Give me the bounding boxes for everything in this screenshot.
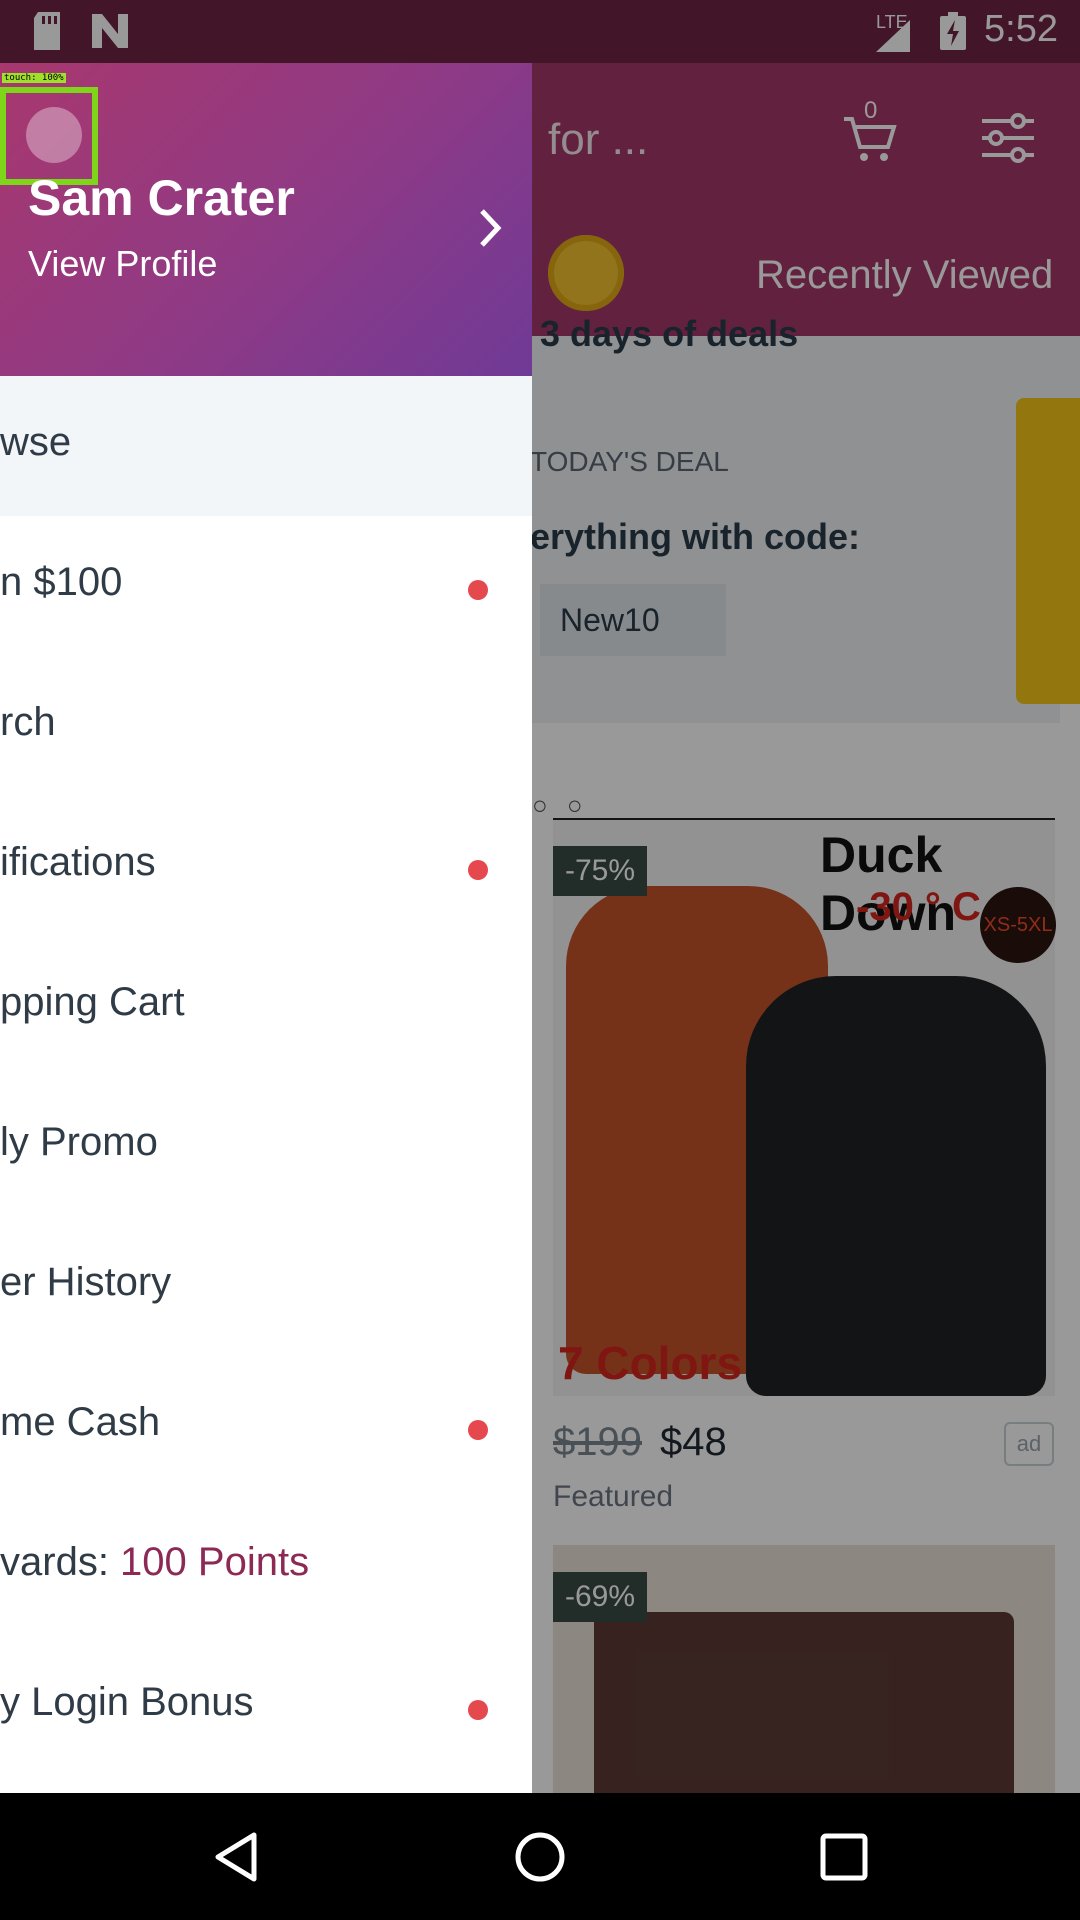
drawer-item-label: y Login Bonus bbox=[0, 1680, 254, 1724]
notification-dot bbox=[468, 1420, 488, 1440]
drawer-item-notifications[interactable]: ifications bbox=[0, 796, 532, 936]
home-icon[interactable] bbox=[514, 1831, 566, 1883]
drawer-item-wish-cash[interactable]: me Cash bbox=[0, 1356, 532, 1496]
drawer-item-label: me Cash bbox=[0, 1400, 161, 1444]
drawer-item-label: n $100 bbox=[0, 560, 123, 604]
notification-dot bbox=[468, 580, 488, 600]
drawer-item-rewards[interactable]: vards: 100 Points bbox=[0, 1496, 532, 1636]
back-icon[interactable] bbox=[212, 1831, 262, 1883]
drawer-item-label: ifications bbox=[0, 840, 156, 884]
touch-indicator-label: touch: 100% bbox=[2, 73, 66, 83]
user-name[interactable]: Sam Crater bbox=[28, 169, 295, 227]
drawer-item-label: rch bbox=[0, 700, 56, 744]
drawer-item-apply-promo[interactable]: ly Promo bbox=[0, 1076, 532, 1216]
drawer-item-order-history[interactable]: er History bbox=[0, 1216, 532, 1356]
navigation-drawer: touch: 100% Sam Crater View Profile wse … bbox=[0, 63, 532, 1793]
drawer-item-win-100[interactable]: n $100 bbox=[0, 516, 532, 656]
system-nav-bar bbox=[0, 1793, 1080, 1920]
rewards-label: vards: bbox=[0, 1540, 121, 1584]
drawer-item-search[interactable]: rch bbox=[0, 656, 532, 796]
chevron-right-icon[interactable] bbox=[470, 203, 510, 253]
drawer-item-browse[interactable]: wse bbox=[0, 376, 532, 516]
drawer-item-label: pping Cart bbox=[0, 980, 185, 1024]
recents-icon[interactable] bbox=[820, 1833, 868, 1881]
view-profile-link[interactable]: View Profile bbox=[28, 243, 217, 285]
drawer-item-shopping-cart[interactable]: pping Cart bbox=[0, 936, 532, 1076]
drawer-item-label: er History bbox=[0, 1260, 172, 1304]
drawer-item-label: vards: 100 Points bbox=[0, 1540, 309, 1585]
notification-dot bbox=[468, 860, 488, 880]
drawer-item-label: ly Promo bbox=[0, 1120, 158, 1164]
drawer-item-label: wse bbox=[0, 420, 72, 464]
notification-dot bbox=[468, 1700, 488, 1720]
drawer-item-daily-login-bonus[interactable]: y Login Bonus bbox=[0, 1636, 532, 1776]
rewards-points: 100 Points bbox=[120, 1540, 310, 1584]
